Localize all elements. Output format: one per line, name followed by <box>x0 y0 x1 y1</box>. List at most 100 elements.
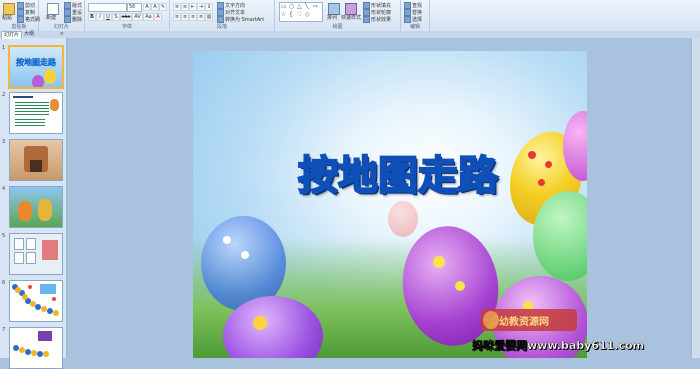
cut-button[interactable]: 剪切 <box>17 2 35 9</box>
slide-thumbnail-1[interactable]: 按地图走路 <box>8 45 64 89</box>
new-slide-icon[interactable] <box>47 3 59 15</box>
shape-outline-button[interactable]: 形状轮廓 <box>363 9 391 16</box>
thumbnail-card-image <box>14 252 24 264</box>
thumbnail-dots-path-image <box>13 331 52 357</box>
clipboard-group: 粘贴 剪切 复制 格式刷 剪贴板 <box>0 0 40 31</box>
smartart-button[interactable]: 转换为 SmartArt <box>217 16 264 23</box>
heart-shape-icon[interactable]: ♡ <box>297 11 302 18</box>
quick-style-button[interactable]: 快速样式 <box>341 15 361 22</box>
font-color-button[interactable]: A <box>154 13 162 21</box>
change-case-button[interactable]: Aa <box>143 13 154 21</box>
editing-group: 查找 替换 选择 编辑 <box>401 0 430 31</box>
slide-thumbnail-6[interactable] <box>9 280 63 322</box>
watermark-logo-text: 幼教资源网 <box>499 317 549 328</box>
thumbnail-card-image <box>26 238 36 250</box>
arrange-icon[interactable] <box>328 3 340 15</box>
shrink-font-button[interactable]: A <box>151 3 159 11</box>
decrease-indent-button[interactable]: ⇤ <box>189 3 197 11</box>
shadow-button[interactable]: S <box>112 13 120 21</box>
vertical-scrollbar[interactable] <box>691 38 700 358</box>
copy-icon <box>17 9 24 16</box>
drawing-group-label: 绘图 <box>332 24 343 30</box>
thumbnail-door-image <box>30 160 42 172</box>
slide-number: 5 <box>2 233 6 239</box>
increase-indent-button[interactable]: ⇥ <box>197 3 205 11</box>
align-text-button[interactable]: 对齐文本 <box>217 9 245 16</box>
thumbnail-card-image <box>14 238 24 250</box>
close-icon[interactable]: × <box>60 31 64 38</box>
paste-button[interactable]: 粘贴 <box>2 15 12 22</box>
slide-number: 2 <box>2 92 6 98</box>
shapes-gallery[interactable]: ▭ ○ △ ╲ ⇨ ☆ { ♡ ◇ <box>279 2 323 22</box>
quick-style-icon[interactable] <box>345 3 357 15</box>
new-slide-button[interactable]: 新建 <box>46 15 56 22</box>
char-spacing-button[interactable]: AV <box>132 13 143 21</box>
stage-top-bar <box>66 31 700 38</box>
select-icon <box>404 16 411 23</box>
font-size-combo[interactable]: 56 <box>127 3 142 12</box>
find-button[interactable]: 查找 <box>404 2 422 9</box>
bold-button[interactable]: B <box>88 13 96 21</box>
thumbnail-picture-image <box>42 240 58 260</box>
slide-thumbnail-5[interactable] <box>9 233 63 275</box>
copy-button[interactable]: 复制 <box>17 9 35 16</box>
layout-button[interactable]: 版式 <box>64 2 82 9</box>
rectangle-shape-icon[interactable]: ▭ <box>281 3 287 10</box>
select-button[interactable]: 选择 <box>404 16 422 23</box>
align-right-button[interactable]: ≡ <box>189 13 197 21</box>
slide-thumbnail-2[interactable] <box>9 92 63 134</box>
line-shape-icon[interactable]: ╲ <box>305 3 309 10</box>
egg-dot <box>253 316 267 330</box>
justify-button[interactable]: ≡ <box>197 13 205 21</box>
strikethrough-button[interactable]: abc <box>120 13 132 21</box>
columns-button[interactable]: ▥ <box>205 13 213 21</box>
brush-icon <box>17 16 24 23</box>
underline-button[interactable]: U <box>104 13 112 21</box>
clear-format-button[interactable]: ✎ <box>159 3 167 11</box>
align-center-button[interactable]: ≡ <box>181 13 189 21</box>
font-name-combo[interactable] <box>88 3 127 12</box>
paste-icon[interactable] <box>3 3 15 15</box>
thumbnail-dots-path-image <box>12 284 59 316</box>
brace-shape-icon[interactable]: { <box>289 11 293 18</box>
thumbnail-text-block <box>15 102 49 116</box>
numbering-button[interactable]: ≡ <box>181 3 189 11</box>
scissors-icon <box>17 2 24 9</box>
callout-shape-icon[interactable]: ◇ <box>305 11 310 18</box>
replace-button[interactable]: 替换 <box>404 9 422 16</box>
oval-shape-icon[interactable]: ○ <box>289 3 294 10</box>
tab-slides[interactable]: 幻灯片 <box>1 31 23 39</box>
slide-thumbnail-3[interactable] <box>9 139 63 181</box>
star-shape-icon[interactable]: ☆ <box>281 11 286 18</box>
egg-dot <box>455 281 465 291</box>
text-direction-button[interactable]: 文字方向 <box>217 2 245 9</box>
slide-number: 3 <box>2 139 6 145</box>
reset-button[interactable]: 重设 <box>64 9 82 16</box>
bullets-button[interactable]: ≡ <box>173 3 181 11</box>
thumbnail-text-block <box>15 119 45 127</box>
egg-image <box>44 69 56 84</box>
align-text-icon <box>217 9 224 16</box>
line-spacing-button[interactable]: ↕ <box>205 3 213 11</box>
slide-thumbnail-4[interactable] <box>9 186 63 228</box>
slide-title[interactable]: 按地图走路 <box>248 143 548 201</box>
grow-font-button[interactable]: A <box>143 3 151 11</box>
slides-group-label: 幻灯片 <box>53 24 69 30</box>
align-left-button[interactable]: ≡ <box>173 13 181 21</box>
watermark-site-text: 妈咪爱婴网www.baby611.com <box>472 339 644 352</box>
triangle-shape-icon[interactable]: △ <box>297 3 302 10</box>
slide-thumbnail-7[interactable] <box>9 327 63 369</box>
font-group: 56 A A ✎ B I U S abc AV Aa A 字体 <box>85 0 170 31</box>
shape-effect-button[interactable]: 形状效果 <box>363 16 391 23</box>
slide-number: 6 <box>2 280 6 286</box>
arrange-button[interactable]: 排列 <box>327 15 337 22</box>
italic-button[interactable]: I <box>96 13 104 21</box>
thumbnail-card-image <box>26 252 36 264</box>
arrow-shape-icon[interactable]: ⇨ <box>313 3 318 10</box>
format-painter-button[interactable]: 格式刷 <box>17 16 40 23</box>
delete-button[interactable]: 删除 <box>64 16 82 23</box>
fill-icon <box>363 2 370 9</box>
shape-fill-button[interactable]: 形状填充 <box>363 2 391 9</box>
tab-outline[interactable]: 大纲 <box>22 31 36 38</box>
thumbnail-text-line <box>13 96 33 98</box>
